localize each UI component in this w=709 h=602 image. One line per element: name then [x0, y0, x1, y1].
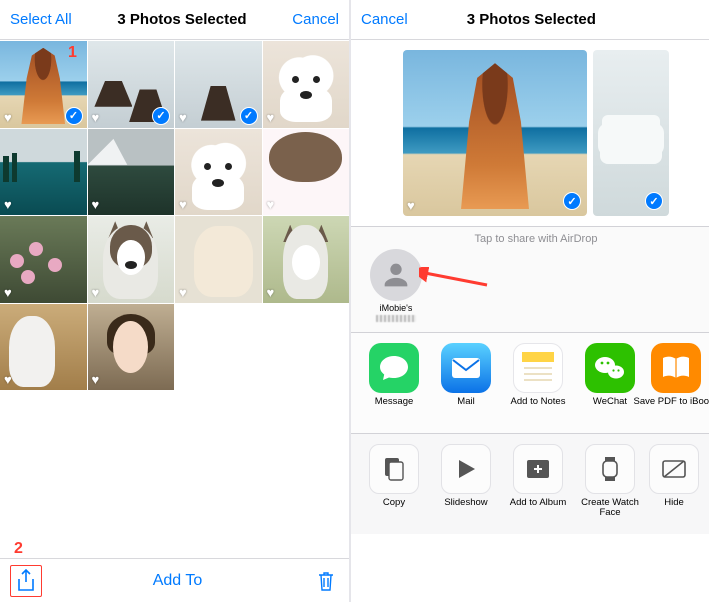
photo-grid: ♥✓ ♥✓ ♥✓ ♥ ♥ ♥ ♥ ♥ ♥ ♥ ♥ ♥ ♥ ♥ [0, 40, 349, 390]
right-title: 3 Photos Selected [467, 11, 596, 28]
book-icon [661, 355, 691, 381]
heart-icon: ♥ [4, 197, 12, 212]
share-icon [16, 569, 36, 593]
preview-thumb[interactable]: ♥ ✓ [403, 50, 587, 216]
share-button[interactable] [13, 568, 39, 594]
photo-thumb[interactable]: ♥ [88, 129, 175, 216]
annotation-box [10, 565, 42, 597]
avatar [370, 249, 422, 301]
action-copy[interactable]: Copy [363, 444, 425, 520]
left-header: Select All 3 Photos Selected Cancel [0, 0, 349, 40]
annotation-one: 1 [68, 44, 77, 62]
left-cancel-button[interactable]: Cancel [292, 11, 339, 28]
action-slideshow[interactable]: Slideshow [435, 444, 497, 520]
annotation-two: 2 [14, 540, 23, 558]
contact-name-blurred [376, 315, 416, 322]
selected-check-icon: ✓ [65, 107, 83, 125]
trash-icon [316, 570, 336, 592]
photo-thumb[interactable]: ♥ [263, 129, 350, 216]
photo-thumb[interactable]: ♥ [0, 304, 87, 391]
photo-thumb[interactable]: ♥ [263, 41, 350, 128]
photo-thumb[interactable]: ♥ [175, 216, 262, 303]
heart-icon: ♥ [179, 197, 187, 212]
action-hide[interactable]: Hide [651, 444, 697, 520]
add-to-button[interactable]: Add To [153, 572, 203, 590]
action-create-watch-face[interactable]: Create Watch Face [579, 444, 641, 520]
photo-thumb[interactable]: ♥ [88, 304, 175, 391]
heart-icon: ♥ [179, 110, 187, 125]
heart-icon: ♥ [267, 110, 275, 125]
heart-icon: ♥ [267, 285, 275, 300]
heart-icon: ♥ [4, 110, 12, 125]
photo-thumb[interactable]: ♥ [0, 129, 87, 216]
heart-icon: ♥ [267, 197, 275, 212]
action-label: Slideshow [444, 498, 487, 520]
action-label: Add to Album [510, 498, 567, 520]
app-label: Mail [457, 397, 474, 419]
message-icon [379, 354, 409, 382]
heart-icon: ♥ [92, 197, 100, 212]
action-label: Hide [664, 498, 684, 520]
delete-button[interactable] [313, 568, 339, 594]
app-label: Message [375, 397, 414, 419]
share-app-notes[interactable]: Add to Notes [507, 343, 569, 419]
heart-icon: ♥ [92, 285, 100, 300]
preview-strip[interactable]: ♥ ✓ ✓ [351, 40, 709, 226]
selected-check-icon: ✓ [240, 107, 258, 125]
photo-thumb[interactable]: ♥ [263, 216, 350, 303]
left-title: 3 Photos Selected [117, 11, 246, 28]
left-toolbar: Add To [0, 558, 349, 602]
selected-check-icon: ✓ [152, 107, 170, 125]
heart-icon: ♥ [92, 110, 100, 125]
heart-icon: ♥ [179, 285, 187, 300]
photo-thumb[interactable]: ♥ [0, 216, 87, 303]
photo-thumb[interactable]: ♥✓ [175, 41, 262, 128]
heart-icon: ♥ [4, 372, 12, 387]
airdrop-caption: Tap to share with AirDrop [363, 233, 709, 245]
notes-icon [518, 348, 558, 388]
heart-icon: ♥ [4, 285, 12, 300]
annotation-arrow [419, 267, 489, 295]
share-app-ibooks[interactable]: Save PDF to iBooks [651, 343, 701, 419]
action-label: Copy [383, 498, 405, 520]
photo-thumb[interactable]: ♥ [88, 216, 175, 303]
preview-thumb[interactable]: ✓ [593, 50, 669, 216]
right-header: Cancel 3 Photos Selected [351, 0, 709, 40]
app-label: Save PDF to iBooks [634, 397, 709, 419]
action-label: Create Watch Face [579, 498, 641, 520]
selected-check-icon: ✓ [563, 192, 581, 210]
airdrop-contact[interactable]: iMobie's [363, 249, 429, 322]
wechat-icon [594, 354, 626, 382]
share-app-wechat[interactable]: WeChat [579, 343, 641, 419]
photo-thumb[interactable]: ♥✓ [88, 41, 175, 128]
hide-icon [661, 459, 687, 479]
app-label: Add to Notes [511, 397, 566, 419]
action-add-to-album[interactable]: Add to Album [507, 444, 569, 520]
right-cancel-button[interactable]: Cancel [361, 11, 408, 28]
share-app-mail[interactable]: Mail [435, 343, 497, 419]
copy-icon [381, 456, 407, 482]
contact-name-label: iMobie's [380, 304, 413, 314]
watch-icon [600, 456, 620, 482]
heart-icon: ♥ [92, 372, 100, 387]
share-apps-row[interactable]: Message Mail Add to Notes WeChat [351, 333, 709, 434]
airdrop-section: Tap to share with AirDrop iMobie's [351, 226, 709, 333]
share-app-message[interactable]: Message [363, 343, 425, 419]
heart-icon: ♥ [407, 198, 415, 213]
play-icon [455, 458, 477, 480]
album-plus-icon [525, 458, 551, 480]
selected-check-icon: ✓ [645, 192, 663, 210]
select-all-button[interactable]: Select All [10, 11, 72, 28]
person-icon [379, 258, 413, 292]
share-actions-row[interactable]: Copy Slideshow Add to Album Create Watch… [351, 434, 709, 534]
mail-icon [451, 357, 481, 379]
photo-thumb[interactable]: ♥ [175, 129, 262, 216]
app-label: WeChat [593, 397, 627, 419]
